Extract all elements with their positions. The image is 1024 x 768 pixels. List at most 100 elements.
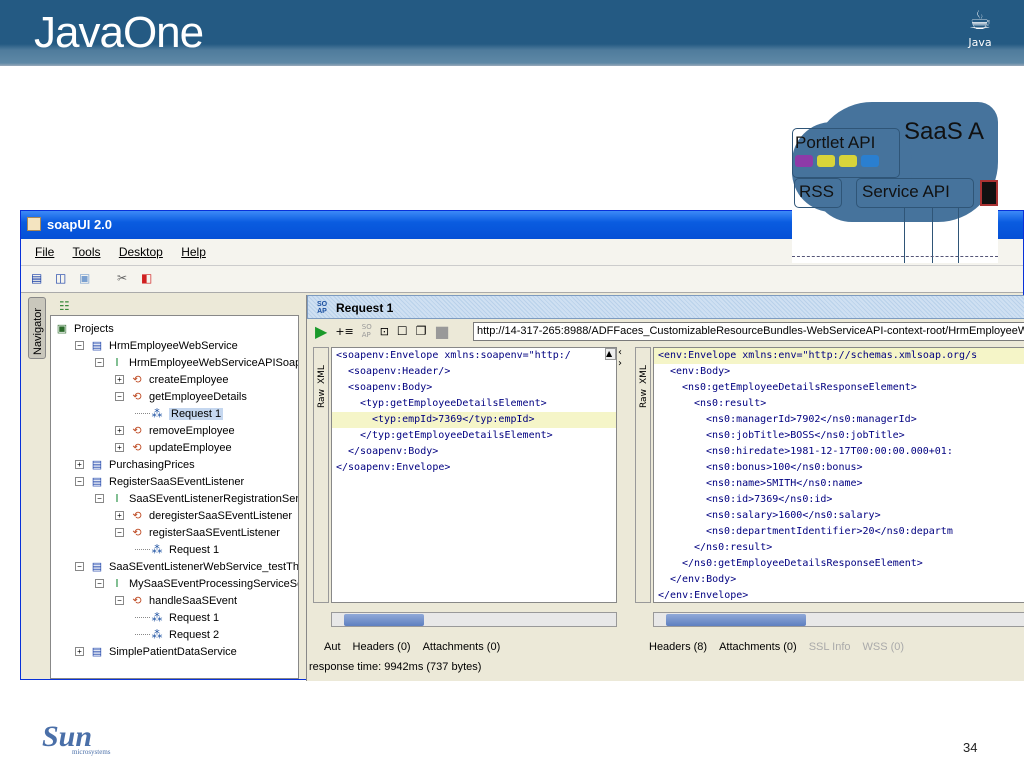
interface-icon: Ⅰ bbox=[115, 578, 119, 590]
tree-item[interactable]: ⁂ Request 1 bbox=[135, 541, 219, 558]
tree-item[interactable]: −▤ SaaSEventListenerWebService_testTheLis… bbox=[75, 558, 298, 575]
tree-item[interactable]: − ⟲ handleSaaSEvent bbox=[115, 592, 237, 609]
menu-file[interactable]: File bbox=[35, 245, 54, 259]
tree-item[interactable]: ⁂ Request 1 bbox=[135, 609, 219, 626]
collapse-icon[interactable]: − bbox=[95, 494, 104, 503]
tree-item[interactable]: − ▤ HrmEmployeeWebService bbox=[75, 337, 238, 354]
xml-line: <ns0:managerId>7902</ns0:managerId> bbox=[706, 414, 917, 425]
xml-line: <typ:empId>7369</typ:empId> bbox=[332, 412, 616, 428]
xml-line: </typ:getEmployeeDetailsElement> bbox=[360, 430, 553, 441]
color-swatch bbox=[795, 155, 813, 167]
xml-line: <env:Envelope xmlns:env="http://schemas.… bbox=[654, 348, 1024, 364]
expand-icon[interactable]: + bbox=[75, 460, 84, 469]
menu-help[interactable]: Help bbox=[181, 245, 206, 259]
operation-icon: ⟲ bbox=[132, 527, 142, 539]
interface-icon: Ⅰ bbox=[115, 357, 119, 369]
add-assertion-icon[interactable]: +≡ bbox=[335, 325, 353, 338]
response-xml-editor[interactable]: <env:Envelope xmlns:env="http://schemas.… bbox=[653, 347, 1024, 603]
import-project-icon[interactable]: ◫ bbox=[55, 271, 69, 285]
tree-item[interactable]: − ⟲ getEmployeeDetails bbox=[115, 388, 247, 405]
tree-item[interactable]: ⁂ Request 1 bbox=[135, 405, 224, 422]
tree-item-label: Request 2 bbox=[169, 628, 220, 641]
tab-request-headers[interactable]: Headers (0) bbox=[353, 641, 411, 653]
expand-icon[interactable]: + bbox=[115, 443, 124, 452]
tree-item[interactable]: + ⟲ deregisterSaaSEventListener bbox=[115, 507, 292, 524]
create-soap-icon[interactable]: SO AP bbox=[362, 323, 372, 339]
tree-item-label: PurchasingPrices bbox=[109, 458, 195, 471]
split-toggle-icon[interactable]: ‹ › bbox=[618, 347, 630, 369]
submit-request-icon[interactable]: ▶ bbox=[315, 322, 327, 341]
collapse-icon[interactable]: − bbox=[95, 358, 104, 367]
tree-item[interactable]: + ⟲ createEmployee bbox=[115, 371, 229, 388]
request-hscrollbar[interactable] bbox=[331, 612, 617, 627]
collapse-icon[interactable]: − bbox=[95, 579, 104, 588]
menu-desktop[interactable]: Desktop bbox=[119, 245, 163, 259]
cancel-request-icon[interactable]: ■ bbox=[434, 322, 449, 341]
tree-item[interactable]: ▣ Projects bbox=[55, 320, 114, 337]
collapse-icon[interactable]: − bbox=[75, 477, 84, 486]
menu-tools[interactable]: Tools bbox=[72, 245, 100, 259]
clone-icon[interactable]: ❐ bbox=[416, 324, 427, 338]
response-hscrollbar[interactable] bbox=[653, 612, 1024, 627]
project-icon: ▤ bbox=[91, 340, 103, 352]
request-icon: ⁂ bbox=[151, 629, 163, 641]
xml-line: <soapenv:Header/> bbox=[348, 366, 451, 377]
tree-item[interactable]: − Ⅰ SaaSEventListenerRegistrationServiceS bbox=[95, 490, 298, 507]
tree-item-label: handleSaaSEvent bbox=[149, 594, 238, 607]
expand-icon[interactable]: + bbox=[115, 375, 124, 384]
request-xml-editor[interactable]: <soapenv:Envelope xmlns:soapenv="http:/ <… bbox=[331, 347, 617, 603]
tree-item-label: Request 1 bbox=[169, 543, 220, 556]
page-number: 34 bbox=[963, 740, 978, 755]
project-icon: ▤ bbox=[91, 561, 103, 573]
exit-icon[interactable]: ◧ bbox=[141, 271, 155, 285]
tree-item[interactable]: − Ⅰ MySaaSEventProcessingServiceSoapHt bbox=[95, 575, 298, 592]
color-swatch bbox=[839, 155, 857, 167]
color-swatch bbox=[817, 155, 835, 167]
expand-icon[interactable]: + bbox=[115, 511, 124, 520]
tab-wss: WSS (0) bbox=[862, 641, 905, 653]
request-icon: ⁂ bbox=[151, 408, 163, 420]
save-all-icon[interactable]: ▣ bbox=[79, 271, 93, 285]
saas-title: SaaS A bbox=[904, 118, 985, 145]
color-swatch bbox=[861, 155, 879, 167]
project-tree[interactable]: ▣ Projects − ▤ HrmEmployeeWebService − Ⅰ HrmEmp… bbox=[50, 315, 299, 679]
tree-item[interactable]: ⁂ Request 2 bbox=[135, 626, 219, 643]
project-icon: ▤ bbox=[91, 476, 103, 488]
xml-line: <ns0:bonus>100</ns0:bonus> bbox=[706, 462, 863, 473]
preferences-icon[interactable]: ✂ bbox=[117, 271, 131, 285]
new-project-icon[interactable]: ▤ bbox=[31, 271, 45, 285]
request-raw-tab[interactable]: Raw bbox=[317, 374, 327, 408]
collapse-icon[interactable]: − bbox=[115, 392, 124, 401]
scroll-up-button[interactable]: ▲ bbox=[605, 348, 616, 360]
tree-item[interactable]: − ⟲ registerSaaSEventListener bbox=[115, 524, 280, 541]
project-icon: ▤ bbox=[91, 646, 103, 658]
collapse-icon[interactable]: − bbox=[75, 341, 84, 350]
tree-item[interactable]: − Ⅰ HrmEmployeeWebServiceAPISoapHttp bbox=[95, 354, 298, 371]
soapui-window: soapUI 2.0 File Tools Desktop Help ▤ ◫ ▣… bbox=[20, 210, 1024, 681]
tree-item[interactable]: + ⟲ updateEmployee bbox=[115, 439, 232, 456]
tree-item[interactable]: + ⟲ removeEmployee bbox=[115, 422, 235, 439]
split-view-icon[interactable]: ☐ bbox=[397, 324, 408, 338]
collapse-icon[interactable]: − bbox=[115, 596, 124, 605]
collapse-all-icon[interactable]: ☷ bbox=[59, 299, 70, 313]
response-raw-tab[interactable]: Raw bbox=[639, 374, 649, 408]
javaone-logo: JavaOne bbox=[34, 8, 204, 57]
endpoint-url-field[interactable]: http://14-317-265:8988/ADFFaces_Customiz… bbox=[473, 322, 1024, 341]
tree-item[interactable]: + ▤ SimplePatientDataService bbox=[75, 643, 237, 660]
collapse-icon[interactable]: − bbox=[115, 528, 124, 537]
tree-item[interactable]: − ▤ RegisterSaaSEventListener bbox=[75, 473, 244, 490]
window-title: soapUI 2.0 bbox=[47, 217, 113, 232]
tab-request-attachments[interactable]: Attachments (0) bbox=[423, 641, 501, 653]
xml-line: </ns0:result> bbox=[694, 542, 773, 553]
tab-response-headers[interactable]: Headers (8) bbox=[649, 641, 707, 653]
collapse-icon[interactable]: − bbox=[75, 562, 84, 571]
expand-icon[interactable]: + bbox=[75, 647, 84, 656]
wsdl-icon[interactable]: ⊡ bbox=[380, 325, 389, 338]
tree-item[interactable]: + ▤ PurchasingPrices bbox=[75, 456, 195, 473]
navigator-tab[interactable]: Navigator bbox=[28, 297, 46, 359]
java-logo: ☕ Java bbox=[962, 6, 998, 49]
response-status: response time: 9942ms (737 bytes) bbox=[309, 661, 482, 673]
expand-icon[interactable]: + bbox=[115, 426, 124, 435]
tab-auth[interactable]: Aut bbox=[324, 641, 341, 653]
tab-response-attachments[interactable]: Attachments (0) bbox=[719, 641, 797, 653]
